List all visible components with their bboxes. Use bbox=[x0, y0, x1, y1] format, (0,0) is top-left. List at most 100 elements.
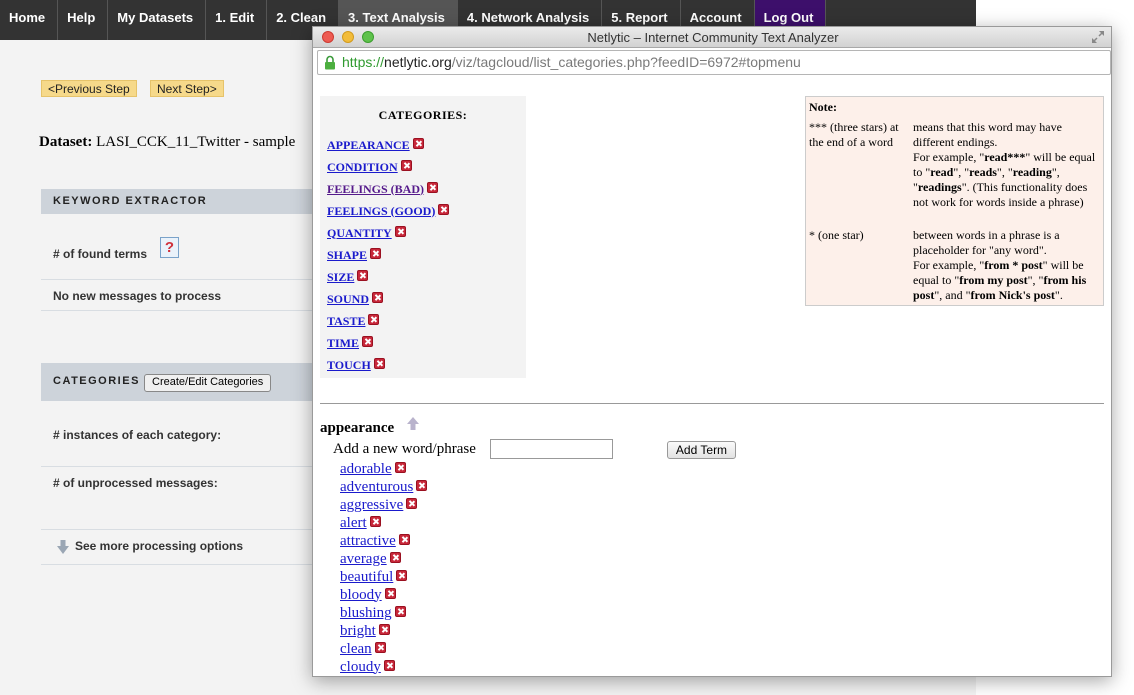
example-term: readings bbox=[917, 180, 962, 194]
delete-icon[interactable] bbox=[383, 659, 395, 671]
section-divider bbox=[320, 403, 1104, 404]
add-term-input[interactable] bbox=[490, 439, 613, 459]
fullscreen-icon[interactable] bbox=[1091, 30, 1105, 44]
category-link[interactable]: SHAPE bbox=[327, 248, 367, 263]
category-link[interactable]: CONDITION bbox=[327, 160, 398, 175]
divider bbox=[41, 564, 341, 565]
example-term: read bbox=[930, 165, 954, 179]
category-item: SOUND bbox=[327, 288, 449, 310]
arrow-up-icon[interactable] bbox=[407, 417, 419, 430]
category-link[interactable]: SOUND bbox=[327, 292, 369, 307]
note-box: Note: *** (three stars) at the end of a … bbox=[805, 96, 1104, 306]
example-term: read*** bbox=[984, 150, 1026, 164]
one-star-meaning: between words in a phrase is a placehold… bbox=[913, 228, 1060, 257]
delete-icon[interactable] bbox=[362, 335, 374, 347]
category-item: TOUCH bbox=[327, 354, 449, 376]
delete-icon[interactable] bbox=[427, 181, 439, 193]
category-item: SHAPE bbox=[327, 244, 449, 266]
delete-icon[interactable] bbox=[394, 605, 406, 617]
text: For example, " bbox=[913, 150, 985, 164]
delete-icon[interactable] bbox=[378, 623, 390, 635]
title-bar: Netlytic – Internet Community Text Analy… bbox=[313, 27, 1111, 48]
example-term: from Nick's post bbox=[970, 288, 1055, 302]
delete-icon[interactable] bbox=[406, 497, 418, 509]
delete-icon[interactable] bbox=[394, 225, 406, 237]
delete-icon[interactable] bbox=[368, 313, 380, 325]
delete-icon[interactable] bbox=[394, 461, 406, 473]
word-item: aggressive bbox=[340, 496, 427, 514]
word-link[interactable]: attractive bbox=[340, 533, 396, 550]
categories-title: CATEGORIES: bbox=[378, 108, 468, 122]
word-link[interactable]: bloody bbox=[340, 587, 382, 604]
category-item: FEELINGS (GOOD) bbox=[327, 200, 450, 222]
delete-icon[interactable] bbox=[370, 247, 382, 259]
delete-icon[interactable] bbox=[374, 641, 386, 653]
delete-icon[interactable] bbox=[438, 203, 450, 215]
categories-panel: CATEGORIES: APPEARANCE CONDITION FEELING… bbox=[320, 96, 526, 378]
delete-icon[interactable] bbox=[372, 291, 384, 303]
delete-icon[interactable] bbox=[412, 137, 424, 149]
category-link[interactable]: TIME bbox=[327, 336, 359, 351]
create-edit-categories-button[interactable]: Create/Edit Categories bbox=[144, 374, 272, 392]
see-more-link[interactable]: See more processing options bbox=[75, 539, 243, 553]
word-link[interactable]: adorable bbox=[340, 461, 392, 478]
word-link[interactable]: blushing bbox=[340, 605, 392, 622]
category-link[interactable]: TASTE bbox=[327, 314, 365, 329]
url-path: /viz/tagcloud/list_categories.php?feedID… bbox=[451, 54, 801, 70]
text: For example, " bbox=[913, 258, 985, 272]
word-link[interactable]: adventurous bbox=[340, 479, 413, 496]
category-link[interactable]: FEELINGS (GOOD) bbox=[327, 204, 435, 219]
word-link[interactable]: average bbox=[340, 551, 387, 568]
word-link[interactable]: clean bbox=[340, 641, 372, 658]
found-terms-label: # of found terms bbox=[53, 247, 148, 261]
word-link[interactable]: beautiful bbox=[340, 569, 393, 586]
nav-help[interactable]: Help bbox=[58, 0, 109, 40]
url-text: https://netlytic.org/viz/tagcloud/list_c… bbox=[342, 54, 801, 70]
delete-icon[interactable] bbox=[416, 479, 428, 491]
help-icon[interactable]: ? bbox=[160, 237, 179, 258]
word-link[interactable]: cloudy bbox=[340, 659, 381, 676]
delete-icon[interactable] bbox=[357, 269, 369, 281]
example-term: reading bbox=[1012, 165, 1052, 179]
three-star-meaning: means that this word may have different … bbox=[913, 120, 1062, 149]
word-link[interactable]: bright bbox=[340, 623, 376, 640]
category-item: TASTE bbox=[327, 310, 449, 332]
delete-icon[interactable] bbox=[373, 357, 385, 369]
example-term: from my post bbox=[959, 273, 1028, 287]
three-star-term: *** (three stars) at the end of a word bbox=[809, 120, 899, 149]
nav-home[interactable]: Home bbox=[0, 0, 59, 40]
divider bbox=[41, 310, 341, 311]
category-link[interactable]: TOUCH bbox=[327, 358, 371, 373]
add-term-button[interactable]: Add Term bbox=[667, 441, 736, 459]
word-list: adorable adventurous aggressive alert at… bbox=[340, 460, 428, 676]
word-item: bright bbox=[340, 622, 427, 640]
category-link[interactable]: APPEARANCE bbox=[327, 138, 410, 153]
one-star-term: * (one star) bbox=[809, 228, 864, 242]
delete-icon[interactable] bbox=[389, 551, 401, 563]
category-link[interactable]: FEELINGS (BAD) bbox=[327, 182, 424, 197]
delete-icon[interactable] bbox=[369, 515, 381, 527]
category-link[interactable]: SIZE bbox=[327, 270, 354, 285]
word-link[interactable]: aggressive bbox=[340, 497, 403, 514]
word-item: adventurous bbox=[340, 478, 428, 496]
word-item: bloody bbox=[340, 586, 427, 604]
delete-icon[interactable] bbox=[398, 533, 410, 545]
word-link[interactable]: alert bbox=[340, 515, 367, 532]
three-star-description: means that this word may have different … bbox=[913, 120, 1096, 209]
category-item: CONDITION bbox=[327, 156, 449, 178]
previous-step-button[interactable]: <Previous Step bbox=[41, 80, 137, 97]
next-step-button[interactable]: Next Step> bbox=[150, 80, 224, 97]
window-title: Netlytic – Internet Community Text Analy… bbox=[587, 30, 839, 45]
delete-icon[interactable] bbox=[396, 569, 408, 581]
nav-my-datasets[interactable]: My Datasets bbox=[108, 0, 207, 40]
url-bar[interactable]: https://netlytic.org/viz/tagcloud/list_c… bbox=[317, 50, 1111, 75]
word-item: attractive bbox=[340, 532, 427, 550]
word-item: cloudy bbox=[340, 658, 427, 676]
category-link[interactable]: QUANTITY bbox=[327, 226, 392, 241]
nav-edit[interactable]: 1. Edit bbox=[206, 0, 268, 40]
example-term: from * post bbox=[984, 258, 1043, 272]
delete-icon[interactable] bbox=[384, 587, 396, 599]
delete-icon[interactable] bbox=[400, 159, 412, 171]
lock-icon bbox=[325, 55, 335, 70]
popup-window: Netlytic – Internet Community Text Analy… bbox=[312, 26, 1112, 677]
